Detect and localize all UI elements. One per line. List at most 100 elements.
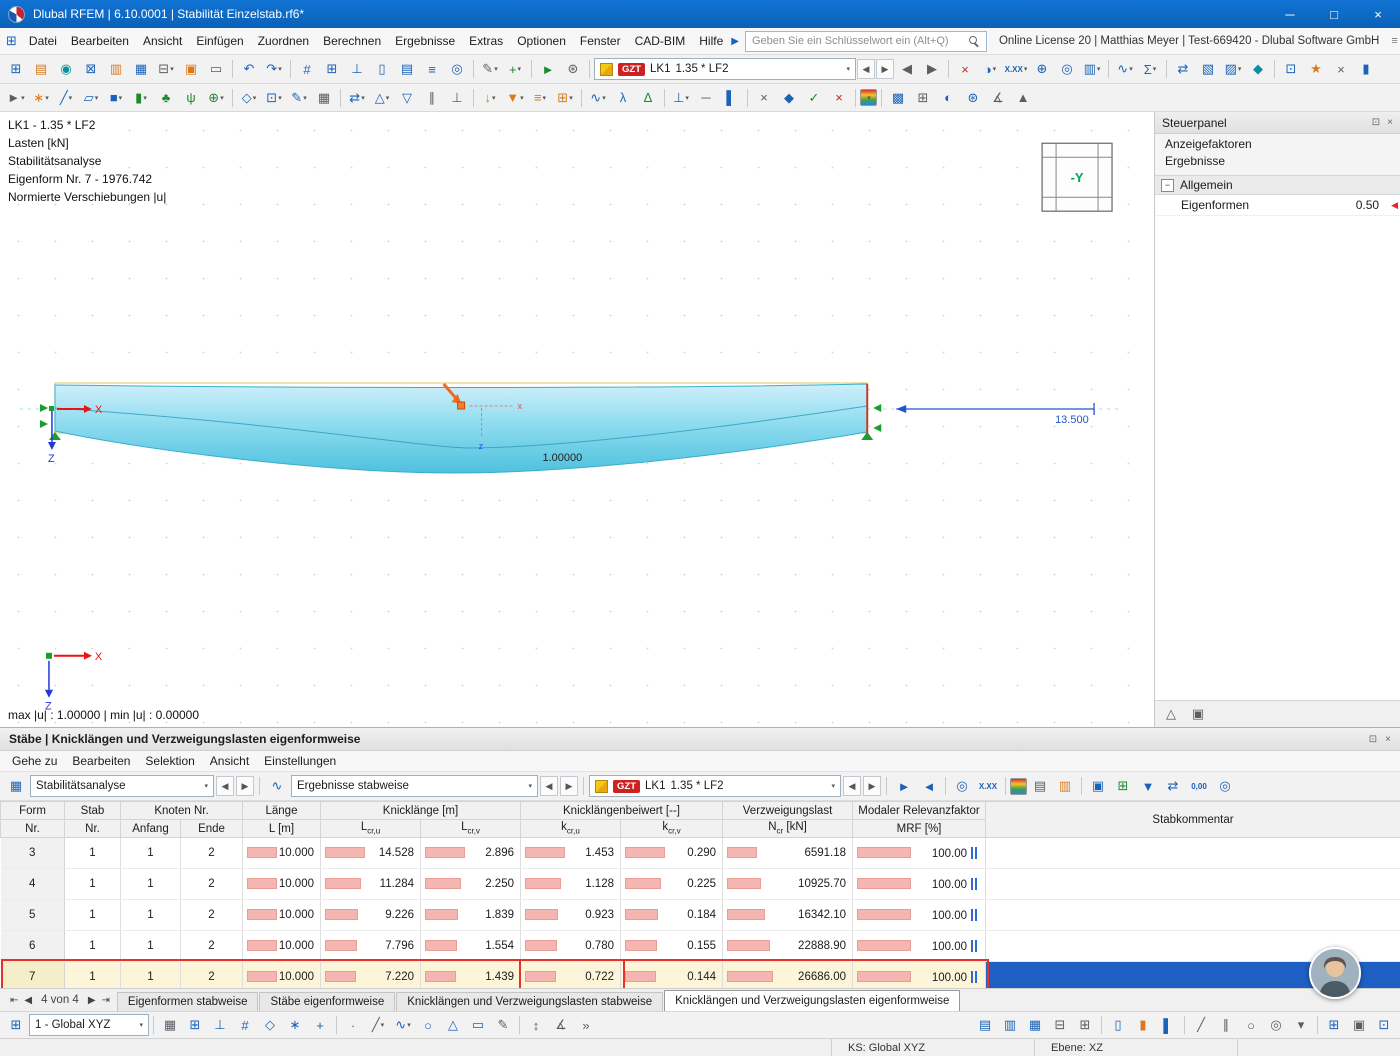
generate-objects-icon[interactable]: ⊕▾: [204, 86, 228, 110]
cell-stabkommentar[interactable]: [986, 838, 1400, 869]
table-lc-next-button[interactable]: ▶: [863, 776, 881, 796]
col-kcrv[interactable]: kcr,v: [621, 820, 723, 838]
col-laenge[interactable]: Länge: [243, 802, 321, 820]
analysis-type-combo[interactable]: Stabilitätsanalyse ▾: [30, 775, 214, 797]
transfer-icon[interactable]: ⇄: [1161, 774, 1185, 798]
table-panel-header[interactable]: Stäbe | Knicklängen und Verzweigungslast…: [0, 728, 1400, 751]
close-button[interactable]: ×: [1356, 0, 1400, 28]
panel-group-general[interactable]: − Allgemein: [1155, 175, 1400, 195]
panel-link-display-factors[interactable]: Anzeigefaktoren: [1155, 134, 1400, 151]
cell-kcru[interactable]: 0.923: [521, 900, 621, 931]
menu-item-datei[interactable]: Datei: [22, 31, 64, 51]
cross-section-icon[interactable]: ◆: [777, 86, 801, 110]
load-case-next-button[interactable]: ▶: [876, 59, 894, 79]
calculate-icon[interactable]: ►: [536, 57, 560, 81]
guide-line-icon[interactable]: ◇▾: [237, 86, 261, 110]
cell-lcrv[interactable]: 2.250: [421, 869, 521, 900]
panel-item-eigenforms[interactable]: Eigenformen 0.50 ◀: [1155, 195, 1400, 216]
section-cut-icon[interactable]: ▦: [312, 86, 336, 110]
printout-report-icon[interactable]: ≡: [420, 57, 444, 81]
previous-load-case-icon[interactable]: ◀: [895, 57, 919, 81]
cell-kcru[interactable]: 0.780: [521, 931, 621, 962]
mirror-icon[interactable]: ▽: [395, 86, 419, 110]
render-mode-icon[interactable]: △: [1159, 702, 1183, 726]
user-avatar[interactable]: [1309, 947, 1361, 999]
intersection-icon[interactable]: ×: [752, 86, 776, 110]
cell-ncr[interactable]: 6591.18: [723, 838, 853, 869]
cell-lcru[interactable]: 9.226: [321, 900, 421, 931]
table-row-form-4[interactable]: 411210.00011.2842.2501.1280.22510925.701…: [1, 869, 1400, 900]
col-ende[interactable]: Ende: [181, 820, 243, 838]
view-3-icon[interactable]: ▦: [1023, 1013, 1047, 1037]
undo-icon[interactable]: ↶: [237, 57, 261, 81]
cell-laenge[interactable]: 10.000: [243, 869, 321, 900]
export-html-icon[interactable]: ⊞: [1111, 774, 1135, 798]
filter-icon[interactable]: ▼: [1136, 774, 1160, 798]
plane-settings-icon[interactable]: ▣: [1347, 1013, 1371, 1037]
find-value-icon[interactable]: ◎: [1055, 57, 1079, 81]
snap-points-icon[interactable]: ⊞: [183, 1013, 207, 1037]
cell-anfang[interactable]: 1: [121, 900, 181, 931]
grid-toggle-icon[interactable]: #: [233, 1013, 257, 1037]
table-row-form-7[interactable]: 711210.0007.2201.4390.7220.14426686.0010…: [1, 962, 1400, 989]
col-mrf-pct[interactable]: MRF [%]: [853, 820, 986, 838]
nodal-support-icon[interactable]: ⊥▾: [669, 86, 693, 110]
cell-laenge[interactable]: 10.000: [243, 900, 321, 931]
visibility-icon[interactable]: ◎: [445, 57, 469, 81]
table-tab-3[interactable]: Knicklängen und Verzweigungslasten eigen…: [664, 990, 960, 1011]
target-view-icon[interactable]: ◎: [1264, 1013, 1288, 1037]
table-row-form-6[interactable]: 611210.0007.7961.5540.7800.15522888.9010…: [1, 931, 1400, 962]
select-pointer-icon[interactable]: ►▾: [4, 86, 28, 110]
ortho-mode-icon[interactable]: ⊥: [208, 1013, 232, 1037]
cell-ncr[interactable]: 26686.00: [723, 962, 853, 989]
line-tool-icon[interactable]: ╱▾: [366, 1013, 390, 1037]
cell-mrf[interactable]: 100.00: [853, 962, 986, 989]
menu-overflow-icon[interactable]: ≡: [1391, 35, 1397, 48]
table-menu-gehe-zu[interactable]: Gehe zu: [5, 752, 64, 770]
table-tab-2[interactable]: Knicklängen und Verzweigungslasten stabw…: [396, 992, 663, 1011]
section-view-icon[interactable]: ▧: [1196, 57, 1220, 81]
diagonal-view-icon[interactable]: ╱: [1189, 1013, 1213, 1037]
print-icon[interactable]: ⊟▾: [154, 57, 178, 81]
graphics-viewport[interactable]: LK1 - 1.35 * LF2 Lasten [kN] Stabilitäts…: [0, 112, 1154, 727]
copy-icon[interactable]: ▣: [179, 57, 203, 81]
display-properties-icon[interactable]: ◐: [936, 86, 960, 110]
new-tree-icon[interactable]: ♣: [154, 86, 178, 110]
member-hinge-icon[interactable]: ─: [694, 86, 718, 110]
menu-item-fenster[interactable]: Fenster: [573, 31, 628, 51]
navigation-cube[interactable]: -Y: [1042, 143, 1112, 211]
panel-settings-icon[interactable]: ▣: [1186, 702, 1210, 726]
new-solid-icon[interactable]: ■▾: [104, 86, 128, 110]
table-float-icon[interactable]: ⊡: [1369, 734, 1377, 745]
edit-mode-icon[interactable]: ✎▾: [478, 57, 502, 81]
measure-icon[interactable]: ↕: [524, 1013, 548, 1037]
cell-stab[interactable]: 1: [65, 869, 121, 900]
cell-anfang[interactable]: 1: [121, 931, 181, 962]
sphere-view-icon[interactable]: ○: [1239, 1013, 1263, 1037]
point-tool-icon[interactable]: ∙: [341, 1013, 365, 1037]
table-tab-0[interactable]: Eigenformen stabweise: [117, 992, 259, 1011]
cell-mrf[interactable]: 100.00: [853, 869, 986, 900]
menu-item-ansicht[interactable]: Ansicht: [136, 31, 189, 51]
cell-lcru[interactable]: 7.220: [321, 962, 421, 989]
grid-settings-icon[interactable]: ⊞: [1322, 1013, 1346, 1037]
angle-icon[interactable]: ∡: [986, 86, 1010, 110]
favorites-icon[interactable]: ★: [1304, 57, 1328, 81]
menu-item-einf-gen[interactable]: Einfügen: [189, 31, 250, 51]
deformed-beam[interactable]: [55, 384, 867, 473]
first-page-icon[interactable]: ⇤: [8, 995, 20, 1006]
bar-display-icon[interactable]: ▮: [1354, 57, 1378, 81]
grid-icon[interactable]: #: [295, 57, 319, 81]
export-table-icon[interactable]: ▤: [1028, 774, 1052, 798]
cell-laenge[interactable]: 10.000: [243, 838, 321, 869]
table-view-icon[interactable]: ▦: [4, 774, 28, 798]
cell-lcru[interactable]: 7.796: [321, 931, 421, 962]
cell-kcrv[interactable]: 0.144: [621, 962, 723, 989]
cell-anfang[interactable]: 1: [121, 838, 181, 869]
align-perpendicular-icon[interactable]: ⊥: [445, 86, 469, 110]
menu-item-extras[interactable]: Extras: [462, 31, 510, 51]
search-go-icon[interactable]: ▶: [731, 36, 739, 47]
cell-ende[interactable]: 2: [181, 962, 243, 989]
menu-item-ergebnisse[interactable]: Ergebnisse: [388, 31, 462, 51]
save-icon[interactable]: ▦: [129, 57, 153, 81]
